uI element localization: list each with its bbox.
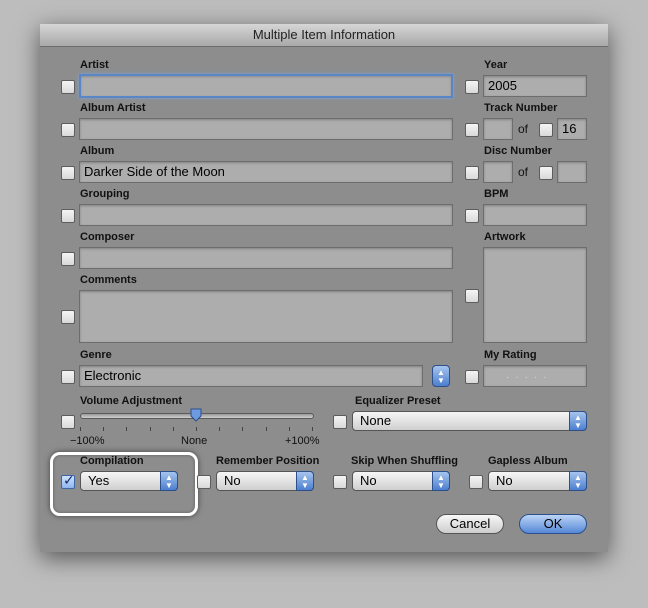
grouping-field[interactable] xyxy=(79,204,453,226)
composer-field[interactable] xyxy=(79,247,453,269)
my-rating-label: My Rating xyxy=(484,349,537,361)
equalizer-label: Equalizer Preset xyxy=(355,395,441,407)
remember-position-value: No xyxy=(224,473,241,488)
track-number-checkbox[interactable] xyxy=(465,123,479,137)
window-title: Multiple Item Information xyxy=(40,24,608,47)
volume-min-label: −100% xyxy=(70,435,105,447)
artist-label: Artist xyxy=(80,59,109,71)
volume-tick xyxy=(172,427,174,431)
volume-mid-label: None xyxy=(181,435,208,447)
album-label: Album xyxy=(80,145,115,157)
skip-when-shuffling-label: Skip When Shuffling xyxy=(351,455,458,467)
disc-number-checkbox[interactable] xyxy=(465,166,479,180)
volume-tick xyxy=(242,427,244,431)
disc-total-field[interactable] xyxy=(557,161,587,183)
artwork-checkbox[interactable] xyxy=(465,289,479,303)
volume-label: Volume Adjustment xyxy=(80,395,183,407)
compilation-value: Yes xyxy=(88,473,110,488)
skip-when-shuffling-value: No xyxy=(360,473,377,488)
volume-tick xyxy=(196,427,197,431)
genre-label: Genre xyxy=(80,349,112,361)
gapless-album-value: No xyxy=(496,473,513,488)
equalizer-value: None xyxy=(360,413,392,428)
bpm-label: BPM xyxy=(484,188,509,200)
comments-field[interactable] xyxy=(79,290,453,343)
year-label: Year xyxy=(484,59,508,71)
album-artist-label: Album Artist xyxy=(80,102,146,114)
equalizer-popup[interactable]: None ▲ ▼ xyxy=(352,411,587,431)
volume-tick xyxy=(265,427,267,431)
rating-dots: ····· xyxy=(506,372,553,383)
year-field[interactable]: 2005 xyxy=(483,75,587,97)
equalizer-checkbox[interactable] xyxy=(333,415,347,429)
my-rating-field[interactable]: ····· xyxy=(483,365,587,387)
popup-arrows-icon: ▲ ▼ xyxy=(160,471,178,491)
ok-button[interactable]: OK xyxy=(519,514,587,534)
volume-max-label: +100% xyxy=(285,435,320,447)
album-field[interactable]: Darker Side of the Moon xyxy=(79,161,453,183)
gapless-album-checkbox[interactable] xyxy=(469,475,483,489)
artist-checkbox[interactable] xyxy=(61,80,75,94)
artwork-well[interactable] xyxy=(483,247,587,343)
bpm-field[interactable] xyxy=(483,204,587,226)
disc-of-label: of xyxy=(518,165,529,179)
genre-field[interactable]: Electronic xyxy=(79,365,423,387)
year-checkbox[interactable] xyxy=(465,80,479,94)
artwork-label: Artwork xyxy=(484,231,526,243)
volume-checkbox[interactable] xyxy=(61,415,75,429)
compilation-label: Compilation xyxy=(80,455,144,467)
skip-when-shuffling-checkbox[interactable] xyxy=(333,475,347,489)
compilation-popup[interactable]: Yes ▲ ▼ xyxy=(80,471,178,491)
volume-tick xyxy=(149,427,151,431)
album-artist-field[interactable] xyxy=(79,118,453,140)
comments-label: Comments xyxy=(80,274,137,286)
track-total-field[interactable]: 16 xyxy=(557,118,587,140)
compilation-checkbox[interactable] xyxy=(61,472,75,489)
genre-checkbox[interactable] xyxy=(61,370,75,384)
disc-total-checkbox[interactable] xyxy=(539,166,553,180)
grouping-label: Grouping xyxy=(80,188,130,200)
bpm-checkbox[interactable] xyxy=(465,209,479,223)
volume-tick xyxy=(312,427,313,431)
track-number-field[interactable] xyxy=(483,118,513,140)
volume-tick xyxy=(288,427,290,431)
grouping-checkbox[interactable] xyxy=(61,209,75,223)
genre-stepper[interactable]: ▲ ▼ xyxy=(432,365,450,387)
track-number-label: Track Number xyxy=(484,102,558,114)
remember-position-popup[interactable]: No ▲ ▼ xyxy=(216,471,314,491)
popup-arrows-icon: ▲ ▼ xyxy=(432,471,450,491)
remember-position-label: Remember Position xyxy=(216,455,320,467)
skip-when-shuffling-popup[interactable]: No ▲ ▼ xyxy=(352,471,450,491)
album-artist-checkbox[interactable] xyxy=(61,123,75,137)
comments-checkbox[interactable] xyxy=(61,310,75,324)
disc-number-label: Disc Number xyxy=(484,145,552,157)
gapless-album-popup[interactable]: No ▲ ▼ xyxy=(488,471,587,491)
artist-field[interactable] xyxy=(79,74,453,98)
composer-checkbox[interactable] xyxy=(61,252,75,266)
track-total-checkbox[interactable] xyxy=(539,123,553,137)
volume-slider-thumb[interactable] xyxy=(190,408,202,422)
remember-position-checkbox[interactable] xyxy=(197,475,211,489)
disc-number-field[interactable] xyxy=(483,161,513,183)
gapless-album-label: Gapless Album xyxy=(488,455,568,467)
cancel-button[interactable]: Cancel xyxy=(436,514,504,534)
track-of-label: of xyxy=(518,122,529,136)
volume-tick xyxy=(126,427,128,431)
album-checkbox[interactable] xyxy=(61,166,75,180)
chevron-down-icon: ▼ xyxy=(437,376,445,385)
popup-arrows-icon: ▲ ▼ xyxy=(569,471,587,491)
popup-arrows-icon: ▲ ▼ xyxy=(296,471,314,491)
popup-arrows-icon: ▲ ▼ xyxy=(569,411,587,431)
my-rating-checkbox[interactable] xyxy=(465,370,479,384)
volume-tick xyxy=(219,427,221,431)
volume-tick xyxy=(80,427,81,431)
composer-label: Composer xyxy=(80,231,135,243)
volume-tick xyxy=(103,427,105,431)
